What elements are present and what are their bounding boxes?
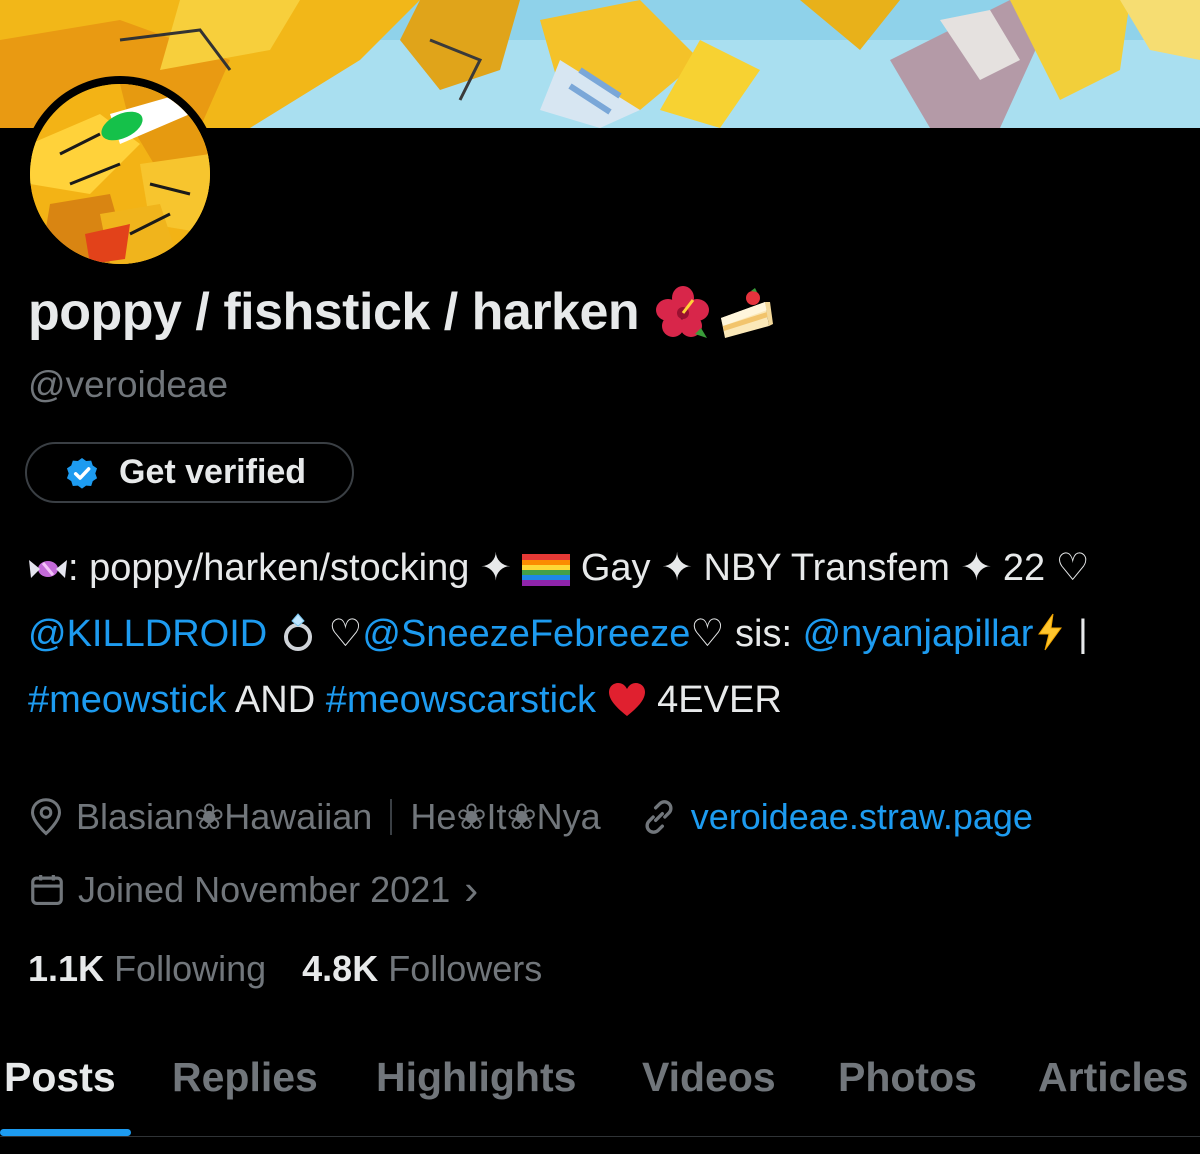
pronouns-text: He❀It❀Nya — [410, 796, 601, 837]
hibiscus-icon — [655, 284, 711, 340]
rainbow-flag-icon — [522, 544, 571, 604]
bio-text-3 — [267, 613, 278, 655]
tab-photos[interactable]: Photos — [838, 1054, 977, 1101]
tab-videos[interactable]: Videos — [642, 1054, 776, 1101]
tab-articles[interactable]: Articles — [1038, 1054, 1188, 1101]
location-text: Blasian❀Hawaiian — [76, 796, 373, 837]
bio-text-5: ♡ sis: — [690, 613, 803, 655]
bio-text-7: AND — [226, 679, 326, 721]
followers-count: 4.8K — [302, 948, 379, 989]
bio-text-8 — [596, 679, 607, 721]
bio: : poppy/harken/stocking ✦ Gay ✦ NBY Tran… — [28, 538, 1188, 736]
following-label: Following — [114, 948, 267, 989]
mention-sneezefebreeze-link[interactable]: @SneezeFebreeze — [362, 613, 690, 655]
tab-highlights[interactable]: Highlights — [376, 1054, 576, 1101]
display-name-text: poppy / fishstick / harken — [28, 283, 640, 341]
bio-text-1: : poppy/harken/stocking ✦ — [68, 547, 523, 589]
followers-label: Followers — [388, 948, 543, 989]
follow-stats: 1.1K Following 4.8K Followers — [28, 948, 542, 990]
bio-text-4: ♡ — [317, 613, 363, 655]
hashtag-meowscarstick-link[interactable]: #meowscarstick — [326, 679, 596, 721]
tab-replies[interactable]: Replies — [172, 1054, 318, 1101]
joined-text: Joined November 2021 — [78, 869, 451, 910]
cake-icon — [717, 284, 774, 340]
joined-row[interactable]: Joined November 2021 › — [28, 866, 478, 914]
meta-separator — [390, 799, 393, 835]
following-stat[interactable]: 1.1K Following — [28, 948, 266, 989]
following-count: 1.1K — [28, 948, 105, 989]
profile-tabs: Posts Replies Highlights Videos Photos A… — [0, 1048, 1200, 1154]
bio-text-2: Gay ✦ NBY Transfem ✦ 22 ♡ — [570, 547, 1090, 589]
profile-meta-row: Blasian❀Hawaiian He❀It❀Nya veroideae.str… — [28, 796, 1033, 838]
avatar[interactable] — [22, 76, 218, 272]
candy-icon — [28, 544, 68, 604]
ring-icon — [278, 610, 318, 670]
heart-icon — [607, 676, 647, 736]
link-icon — [639, 797, 679, 837]
tab-posts[interactable]: Posts — [4, 1054, 116, 1101]
lightning-icon — [1033, 610, 1067, 670]
tabs-divider — [0, 1136, 1200, 1137]
website-link[interactable]: veroideae.straw.page — [691, 796, 1033, 838]
get-verified-label: Get verified — [119, 453, 307, 491]
followers-stat[interactable]: 4.8K Followers — [302, 948, 542, 989]
active-tab-indicator — [0, 1129, 131, 1136]
display-name: poppy / fishstick / harken — [28, 282, 774, 342]
bio-text-9: 4EVER — [646, 679, 782, 721]
mention-killdroid-link[interactable]: @KILLDROID — [28, 613, 267, 655]
bio-text-6: | — [1067, 613, 1088, 655]
verified-badge-icon — [66, 457, 98, 489]
handle: @veroideae — [28, 364, 229, 405]
chevron-right-icon: › — [464, 866, 479, 913]
mention-nyanjapillar-link[interactable]: @nyanjapillar — [803, 613, 1034, 655]
calendar-icon — [28, 870, 66, 910]
hashtag-meowstick-link[interactable]: #meowstick — [28, 679, 227, 721]
location-icon — [28, 797, 64, 837]
get-verified-button[interactable]: Get verified — [25, 442, 354, 503]
